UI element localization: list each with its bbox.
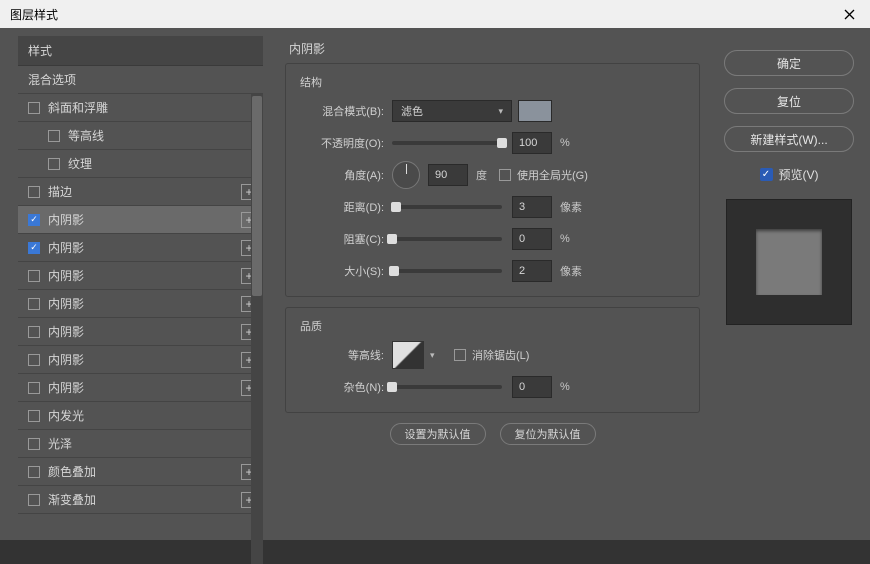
list-item[interactable]: 纹理 [18,150,263,178]
scrollbar[interactable] [251,94,263,564]
effect-label: 内阴影 [48,267,241,284]
scrollbar-thumb[interactable] [252,96,262,296]
contour-picker[interactable] [392,341,424,369]
size-slider[interactable] [392,269,502,273]
blending-options-row[interactable]: 混合选项 [18,66,263,94]
structure-title: 结构 [300,74,685,90]
angle-dial[interactable] [392,161,420,189]
noise-input[interactable] [512,376,552,398]
blend-mode-dropdown[interactable]: 滤色 ▾ [392,100,512,122]
right-panel: 确定 复位 新建样式(W)... ✓预览(V) [714,36,864,534]
effect-label: 光泽 [48,435,257,452]
opacity-label: 不透明度(O): [300,135,384,151]
quality-title: 品质 [300,318,685,334]
effect-checkbox[interactable] [28,186,40,198]
quality-group: 品质 等高线: ▾ 消除锯齿(L) 杂色(N): % [285,307,700,413]
noise-label: 杂色(N): [300,379,384,395]
settings-panel: 内阴影 结构 混合模式(B): 滤色 ▾ 不透明度(O): % [269,36,708,534]
effect-checkbox[interactable] [28,494,40,506]
effect-label: 内发光 [48,407,257,424]
list-item[interactable]: 渐变叠加+ [18,486,263,514]
effect-checkbox[interactable] [28,382,40,394]
effect-checkbox[interactable] [48,130,60,142]
chevron-down-icon[interactable]: ▾ [430,350,440,361]
choke-slider[interactable] [392,237,502,241]
list-item[interactable]: 内阴影+ [18,318,263,346]
effect-checkbox[interactable] [28,438,40,450]
effect-label: 内阴影 [48,211,241,228]
structure-group: 结构 混合模式(B): 滤色 ▾ 不透明度(O): % 角度(A) [285,63,700,297]
effect-label: 纹理 [68,155,257,172]
distance-input[interactable] [512,196,552,218]
list-item[interactable]: 描边+ [18,178,263,206]
effect-label: 内阴影 [48,323,241,340]
cancel-button[interactable]: 复位 [724,88,854,114]
antialias-checkbox[interactable]: 消除锯齿(L) [454,347,529,363]
chevron-down-icon: ▾ [498,106,503,117]
list-item[interactable]: 内阴影+ [18,206,263,234]
effect-label: 内阴影 [48,239,241,256]
preview-box [726,199,852,325]
effect-checkbox[interactable] [28,354,40,366]
effect-label: 颜色叠加 [48,463,241,480]
angle-label: 角度(A): [300,167,384,183]
effect-label: 渐变叠加 [48,491,241,508]
effect-checkbox[interactable] [28,326,40,338]
effect-checkbox[interactable] [28,102,40,114]
list-item[interactable]: 光泽 [18,430,263,458]
list-item[interactable]: 内阴影+ [18,234,263,262]
list-item[interactable]: 斜面和浮雕 [18,94,263,122]
panel-title: 内阴影 [289,40,700,57]
effect-label: 等高线 [68,127,257,144]
effect-checkbox[interactable] [48,158,60,170]
effect-checkbox[interactable] [28,214,40,226]
angle-input[interactable] [428,164,468,186]
new-style-button[interactable]: 新建样式(W)... [724,126,854,152]
effect-checkbox[interactable] [28,466,40,478]
list-header: 样式 [18,36,263,66]
reset-default-button[interactable]: 复位为默认值 [500,423,596,445]
effect-label: 内阴影 [48,351,241,368]
effect-checkbox[interactable] [28,410,40,422]
close-icon [844,9,855,20]
choke-input[interactable] [512,228,552,250]
effect-label: 内阴影 [48,295,241,312]
list-item[interactable]: 内发光 [18,402,263,430]
color-swatch[interactable] [518,100,552,122]
list-item[interactable]: 等高线 [18,122,263,150]
opacity-input[interactable] [512,132,552,154]
preview-checkbox[interactable]: ✓预览(V) [760,166,819,183]
distance-slider[interactable] [392,205,502,209]
blend-mode-label: 混合模式(B): [300,103,384,119]
close-button[interactable] [834,2,864,26]
effect-checkbox[interactable] [28,270,40,282]
effect-checkbox[interactable] [28,298,40,310]
list-item[interactable]: 内阴影+ [18,374,263,402]
size-label: 大小(S): [300,263,384,279]
global-light-checkbox[interactable]: 使用全局光(G) [499,167,588,183]
list-item[interactable]: 内阴影+ [18,290,263,318]
size-input[interactable] [512,260,552,282]
contour-label: 等高线: [300,347,384,363]
distance-label: 距离(D): [300,199,384,215]
titlebar: 图层样式 [0,0,870,28]
effect-label: 斜面和浮雕 [48,99,257,116]
list-item[interactable]: 颜色叠加+ [18,458,263,486]
preview-swatch [756,229,822,295]
choke-label: 阻塞(C): [300,231,384,247]
list-item[interactable]: 内阴影+ [18,262,263,290]
effect-label: 内阴影 [48,379,241,396]
effect-checkbox[interactable] [28,242,40,254]
effects-list: 样式 混合选项 斜面和浮雕等高线纹理描边+内阴影+内阴影+内阴影+内阴影+内阴影… [18,36,263,514]
effect-label: 描边 [48,183,241,200]
noise-slider[interactable] [392,385,502,389]
list-item[interactable]: 内阴影+ [18,346,263,374]
ok-button[interactable]: 确定 [724,50,854,76]
opacity-slider[interactable] [392,141,502,145]
set-default-button[interactable]: 设置为默认值 [390,423,486,445]
window-title: 图层样式 [10,6,58,23]
